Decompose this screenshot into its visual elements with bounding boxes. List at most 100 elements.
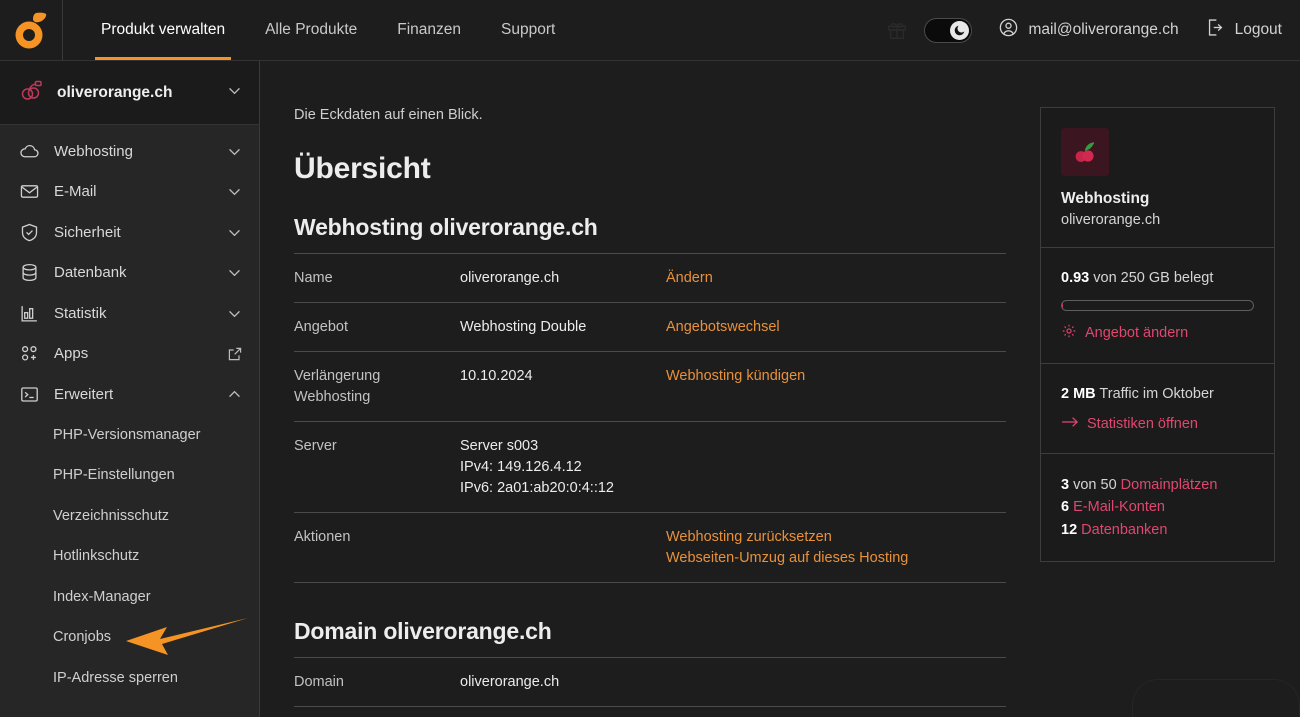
cherry-filled-icon — [1061, 128, 1109, 176]
page-lede: Die Eckdaten auf einen Blick. — [294, 107, 483, 123]
change-offer-link[interactable]: Angebot ändern — [1061, 323, 1254, 344]
content-column: Die Eckdaten auf einen Blick. Übersicht … — [294, 61, 1006, 717]
row-value — [460, 512, 666, 584]
action-link-angebotswechsel[interactable]: Angebotswechsel — [666, 317, 1006, 338]
quota-link-domainplaetze[interactable]: Domainplätzen — [1121, 477, 1218, 493]
quota-count: 3 — [1061, 476, 1070, 493]
traffic-amount: 2 MB — [1061, 385, 1096, 402]
action-link-webhosting-zuruecksetzen[interactable]: Webhosting zurücksetzen — [666, 527, 1006, 548]
open-statistics-link[interactable]: Statistiken öffnen — [1061, 415, 1254, 434]
account-menu[interactable]: mail@oliverorange.ch — [998, 17, 1179, 43]
sidebar-item-email[interactable]: E-Mail — [0, 172, 259, 213]
gift-icon[interactable] — [876, 9, 918, 51]
table-row: Verlängerung Domain 09.09.2025 Domain kü… — [294, 706, 1006, 717]
quota-databases: 12 Datenbanken — [1061, 519, 1254, 542]
row-value: 09.09.2025 — [460, 706, 666, 717]
quota-link-datenbanken[interactable]: Datenbanken — [1081, 522, 1167, 538]
cherry-icon — [18, 77, 44, 108]
logout-button[interactable]: Logout — [1205, 17, 1282, 43]
row-label: Aktionen — [294, 512, 460, 584]
sidebar-label: Webhosting — [54, 142, 133, 160]
sidebar-item-sicherheit[interactable]: Sicherheit — [0, 212, 259, 253]
main-content: Die Eckdaten auf einen Blick. Übersicht … — [261, 61, 1300, 717]
row-actions — [666, 657, 1006, 707]
nav-finanzen[interactable]: Finanzen — [377, 0, 481, 60]
sidebar-sub-label: PHP-Versionsmanager — [53, 426, 201, 443]
card-storage-section: 0.93 von 250 GB belegt Angebot ändern — [1041, 247, 1274, 363]
dark-mode-toggle[interactable] — [924, 17, 973, 43]
sidebar-item-datenbank[interactable]: Datenbank — [0, 253, 259, 294]
card-quotas-section: 3 von 50 Domainplätzen 6 E-Mail-Konten 1… — [1041, 452, 1274, 562]
apps-grid-icon — [18, 343, 40, 364]
sidebar-label: Erweitert — [54, 385, 114, 403]
sidebar-item-webhosting[interactable]: Webhosting — [0, 131, 259, 172]
row-actions — [666, 421, 1006, 513]
row-actions: Domain kündigen — [666, 706, 1006, 717]
bar-chart-icon — [18, 303, 40, 324]
quota-link-email-konten[interactable]: E-Mail-Konten — [1073, 499, 1165, 515]
nav-produkt-verwalten[interactable]: Produkt verwalten — [81, 0, 245, 60]
arrow-right-icon — [1061, 415, 1079, 434]
table-row: Domain oliverorange.ch — [294, 657, 1006, 707]
action-link-aendern[interactable]: Ändern — [666, 268, 1006, 289]
nav-label: Produkt verwalten — [101, 21, 226, 38]
action-link-webhosting-kuendigen[interactable]: Webhosting kündigen — [666, 366, 1006, 387]
top-right-actions: mail@oliverorange.ch Logout — [876, 9, 1300, 51]
sidebar-item-hotlinkschutz[interactable]: Hotlinkschutz — [0, 536, 259, 577]
traffic-rest: Traffic im Oktober — [1095, 385, 1214, 402]
account-email: mail@oliverorange.ch — [1028, 21, 1179, 38]
card-identity-section: Webhosting oliverorange.ch — [1041, 108, 1274, 247]
storage-rest: von 250 GB belegt — [1089, 270, 1214, 286]
sidebar-item-php-versionsmanager[interactable]: PHP-Versionsmanager — [0, 415, 259, 456]
logout-icon — [1205, 17, 1226, 43]
sidebar-label: Datenbank — [54, 264, 127, 282]
terminal-icon — [18, 384, 40, 405]
sidebar-item-verzeichnisschutz[interactable]: Verzeichnisschutz — [0, 496, 259, 537]
sidebar-item-erweitert[interactable]: Erweitert — [0, 374, 259, 415]
row-label: Domain — [294, 657, 460, 707]
nav-label: Finanzen — [397, 21, 462, 38]
cloud-icon — [18, 141, 40, 162]
sidebar-item-ip-adresse-sperren[interactable]: IP-Adresse sperren — [0, 658, 259, 699]
gear-icon — [1061, 323, 1077, 344]
user-circle-icon — [998, 17, 1019, 43]
sidebar-domain-switcher[interactable]: oliverorange.ch — [0, 61, 259, 125]
quota-count: 12 — [1061, 522, 1078, 539]
sidebar-label: Apps — [54, 345, 89, 363]
orange-logo-icon[interactable] — [0, 0, 62, 60]
row-actions: Ändern — [666, 252, 1006, 303]
chevron-up-icon — [226, 386, 243, 403]
quota-middle: von 50 — [1069, 476, 1121, 493]
sidebar-label: Sicherheit — [54, 223, 121, 241]
chat-widget-placeholder[interactable] — [1132, 679, 1300, 717]
sidebar-item-index-manager[interactable]: Index-Manager — [0, 577, 259, 618]
row-label: Name — [294, 252, 460, 303]
storage-used: 0.93 — [1061, 270, 1090, 286]
sidebar-sub-label: Hotlinkschutz — [53, 548, 140, 565]
row-value: oliverorange.ch — [460, 252, 666, 303]
main-nav: Produkt verwalten Alle Produkte Finanzen… — [62, 0, 575, 60]
storage-progress-fill — [1062, 300, 1063, 310]
nav-support[interactable]: Support — [481, 0, 575, 60]
row-actions: Webhosting kündigen — [666, 351, 1006, 422]
card-traffic-section: 2 MB Traffic im Oktober Statistiken öffn… — [1041, 362, 1274, 453]
nav-alle-produkte[interactable]: Alle Produkte — [245, 0, 377, 60]
row-label: Server — [294, 421, 460, 513]
sidebar-item-apps[interactable]: Apps — [0, 334, 259, 375]
sidebar-item-cronjobs[interactable]: Cronjobs — [0, 617, 259, 658]
row-value-server: Server s003 IPv4: 149.126.4.12 IPv6: 2a0… — [460, 421, 666, 513]
sidebar-item-statistik[interactable]: Statistik — [0, 293, 259, 334]
sidebar: oliverorange.ch Webhosting E-Mail Sicher… — [0, 61, 260, 717]
table-row: Aktionen Webhosting zurücksetzen Webseit… — [294, 512, 1006, 584]
chevron-down-icon — [226, 224, 243, 241]
sidebar-sub-label: PHP-Einstellungen — [53, 467, 175, 484]
sidebar-menu: Webhosting E-Mail Sicherheit Datenbank S… — [0, 125, 259, 698]
sidebar-label: E-Mail — [54, 183, 97, 201]
storage-progress-bar — [1061, 299, 1254, 311]
sidebar-item-php-einstellungen[interactable]: PHP-Einstellungen — [0, 455, 259, 496]
sidebar-sub-label: IP-Adresse sperren — [53, 669, 178, 686]
envelope-icon — [18, 181, 40, 202]
shield-check-icon — [18, 222, 40, 243]
sidebar-sub-label: Cronjobs — [53, 629, 112, 646]
action-link-webseiten-umzug[interactable]: Webseiten-Umzug auf dieses Hosting — [666, 548, 1006, 569]
